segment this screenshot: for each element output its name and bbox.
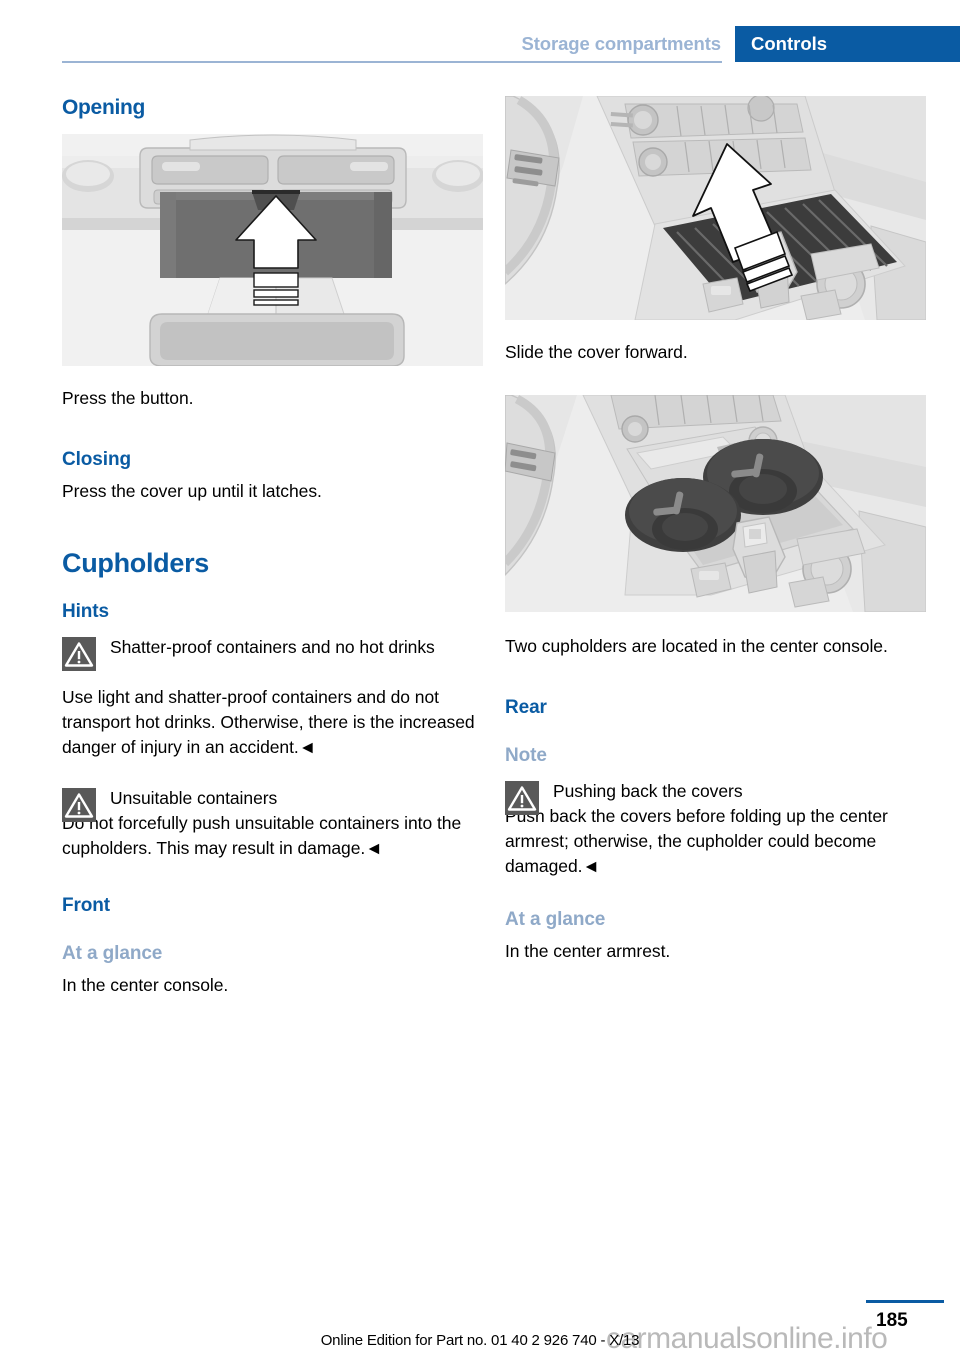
hints-heading: Hints [62,601,110,622]
figure-console-cover [505,96,926,320]
warning-shatter-proof-title: Shatter-proof containers and no hot drin… [110,637,435,657]
warning-unsuitable-containers-title: Unsuitable containers [110,788,278,808]
footer-accent-rule [866,1300,944,1303]
cupholders-caption: Two cupholders are located in the center… [505,636,888,656]
warning-shatter-proof-body: Use light and shatter-proof containers a… [62,687,475,757]
console-cover-illustration [505,96,926,320]
closing-heading: Closing [62,449,131,470]
rear-at-a-glance-text: In the center armrest. [505,941,671,961]
warning-triangle-icon [505,781,539,815]
figure-overhead-console [62,134,483,366]
warning-pushing-back-covers: Pushing back the covers Push back the co… [505,779,926,879]
manual-page: Storage compartments Controls Opening Pr… [0,0,960,1362]
slide-cover-caption: Slide the cover forward. [505,342,688,362]
note-heading: Note [505,745,547,766]
front-heading: Front [62,895,111,916]
left-column: Opening Press the button. Closing Press … [62,96,483,998]
cupholders-title: Cupholders [62,548,210,578]
warning-triangle-glyph [505,781,539,815]
header-chapter-label: Storage compartments [521,33,722,54]
warning-pushing-back-covers-body: Push back the covers before folding up t… [505,806,888,876]
page-footer: 185 carmanualsonline.info Online Edition… [0,1292,960,1362]
warning-shatter-proof: Shatter-proof containers and no hot drin… [62,635,483,677]
front-at-a-glance-heading: At a glance [62,943,163,964]
warning-triangle-glyph [62,788,96,822]
header-divider [62,61,722,63]
opening-caption: Press the button. [62,388,194,408]
rear-heading: Rear [505,697,547,718]
warning-triangle-icon [62,637,96,671]
right-column: Slide the cover forward. Two cupholders … [505,96,926,964]
warning-triangle-icon [62,788,96,822]
header-tabs: Storage compartments Controls [522,26,960,62]
rear-at-a-glance-heading: At a glance [505,909,606,930]
warning-unsuitable-containers-body: Do not forcefully push unsuitable contai… [62,813,462,858]
warning-triangle-glyph [62,637,96,671]
page-header: Storage compartments Controls [0,0,960,63]
figure-cupholders [505,395,926,612]
opening-heading: Opening [62,96,146,119]
closing-text: Press the cover up until it latches. [62,481,322,501]
overhead-console-illustration [62,134,483,366]
warning-pushing-back-covers-title: Pushing back the covers [553,781,743,801]
warning-unsuitable-containers: Unsuitable containers Do not forcefully … [62,786,483,861]
front-at-a-glance-text: In the center console. [62,975,229,995]
edition-notice: Online Edition for Part no. 01 40 2 926 … [320,1332,640,1349]
cupholders-illustration [505,395,926,612]
header-section-label: Controls [735,26,960,62]
